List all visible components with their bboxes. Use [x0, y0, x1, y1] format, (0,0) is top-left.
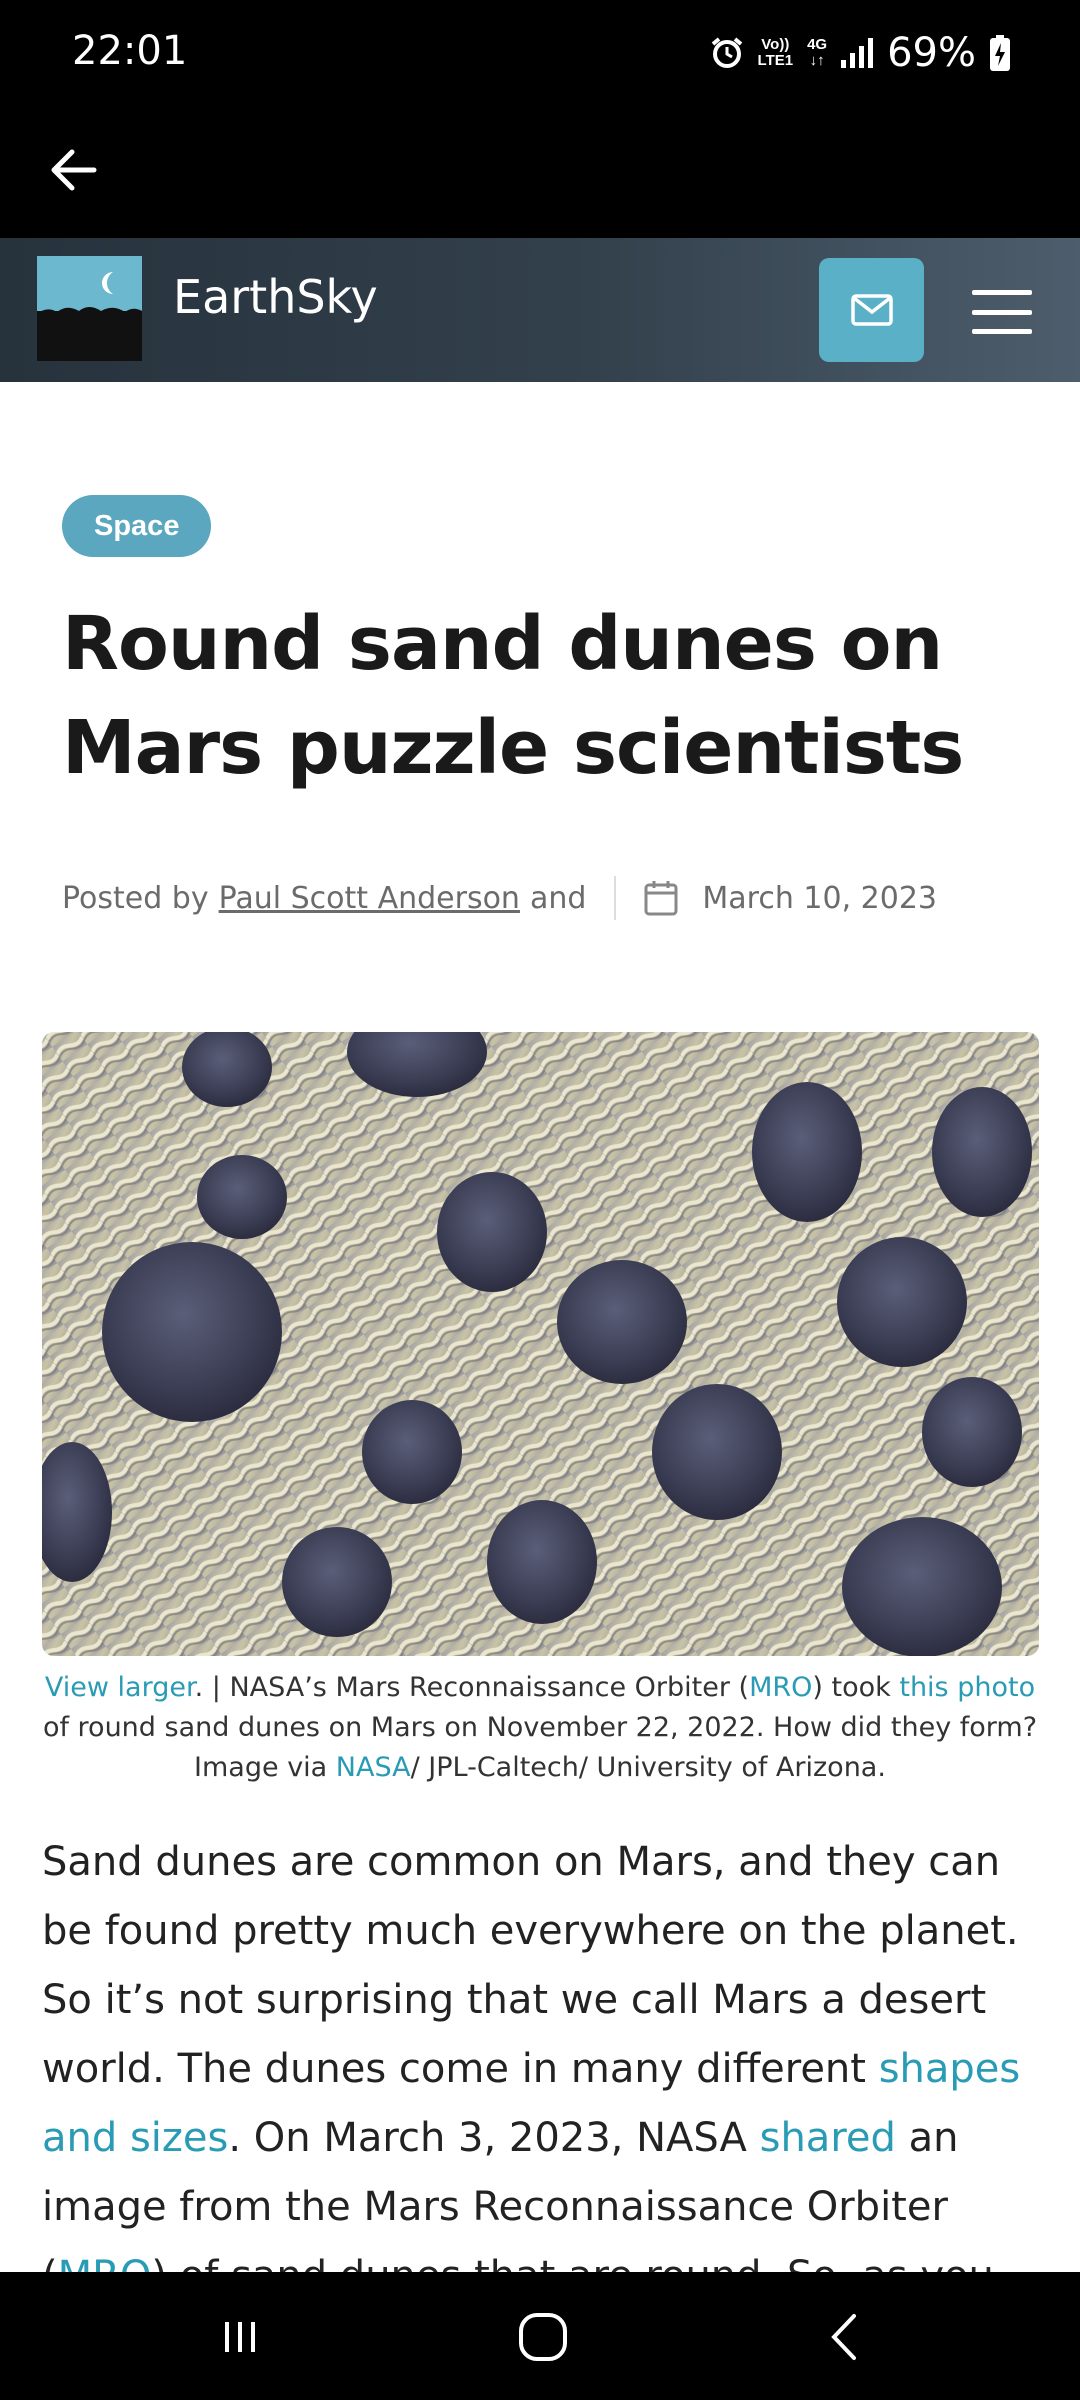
article-title: Round sand dunes on Mars puzzle scientis… — [62, 601, 964, 791]
home-icon — [519, 2313, 567, 2361]
alarm-icon — [711, 37, 742, 68]
system-nav-bar — [0, 2272, 1080, 2400]
app-bar — [0, 110, 1080, 238]
arrow-left-icon — [51, 149, 97, 191]
and-label: and — [529, 880, 587, 916]
status-bar: 22:01 Vo)) LTE1 4G ↓↑ 69% — [0, 0, 1080, 110]
site-name[interactable]: EarthSky — [173, 270, 378, 324]
hero-image[interactable] — [42, 1032, 1039, 1656]
article-content[interactable]: Space Round sand dunes on Mars puzzle sc… — [0, 382, 1080, 2272]
signal-icon — [841, 38, 874, 68]
recent-apps-button[interactable] — [205, 2302, 275, 2372]
volte-indicator: Vo)) LTE1 — [757, 36, 794, 69]
back-button[interactable] — [44, 140, 104, 200]
article-body: Sand dunes are common on Mars, and they … — [42, 1828, 1052, 2272]
posted-by-label: Posted by — [62, 880, 209, 916]
chevron-left-icon — [831, 2314, 856, 2360]
nav-back-button[interactable] — [810, 2302, 880, 2372]
view-larger-link[interactable]: View larger — [45, 1672, 195, 1703]
mro-body-link[interactable]: MRO — [58, 2253, 152, 2272]
meta-divider — [614, 876, 617, 920]
status-time: 22:01 — [72, 28, 188, 74]
category-tag[interactable]: Space — [62, 495, 212, 557]
this-photo-link[interactable]: this photo — [899, 1672, 1035, 1703]
status-icons: Vo)) LTE1 4G ↓↑ 69% — [710, 28, 1010, 78]
home-button[interactable] — [508, 2302, 578, 2372]
envelope-icon — [850, 294, 893, 326]
author-link[interactable]: Paul Scott Anderson — [219, 881, 520, 916]
mro-link[interactable]: MRO — [749, 1672, 812, 1703]
article-meta: Posted by Paul Scott Anderson and March … — [62, 868, 937, 928]
menu-button[interactable] — [972, 290, 1032, 334]
article-date: March 10, 2023 — [702, 880, 937, 916]
shared-link[interactable]: shared — [760, 2115, 896, 2161]
battery-charging-icon — [990, 35, 1010, 71]
network-type-indicator: 4G ↓↑ — [807, 36, 828, 69]
nasa-link[interactable]: NASA — [336, 1752, 411, 1783]
recent-apps-icon — [225, 2322, 255, 2352]
battery-percentage: 69% — [887, 30, 976, 76]
image-caption: View larger. | NASA’s Mars Reconnaissanc… — [42, 1672, 1038, 1783]
site-header: EarthSky — [0, 238, 1080, 382]
hamburger-icon — [972, 290, 1032, 295]
calendar-icon — [644, 881, 678, 916]
newsletter-button[interactable] — [819, 258, 924, 362]
earthsky-logo[interactable] — [37, 256, 142, 361]
